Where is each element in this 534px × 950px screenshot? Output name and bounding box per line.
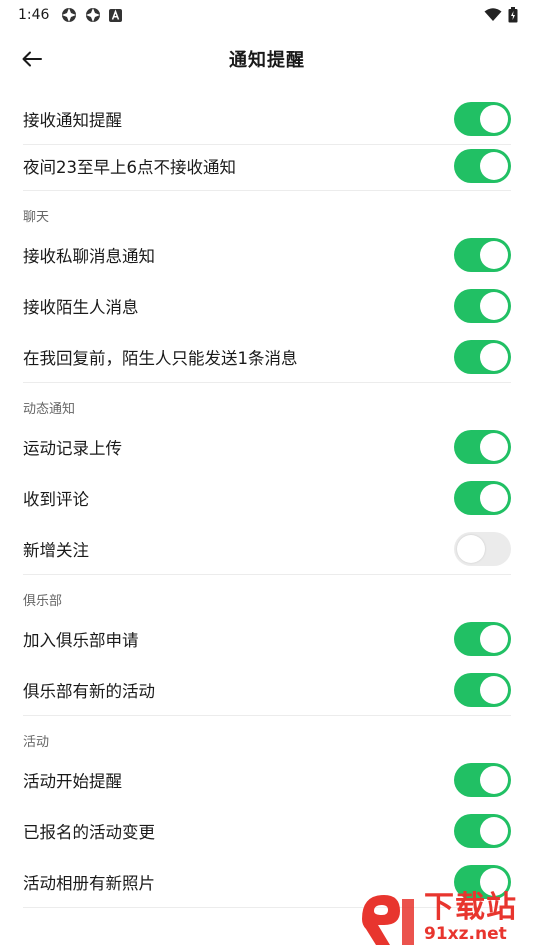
- setting-label: 接收私聊消息通知: [23, 246, 155, 266]
- setting-label: 接收陌生人消息: [23, 297, 139, 317]
- general-group: 接收通知提醒 夜间23至早上6点不接收通知: [0, 94, 534, 191]
- setting-row: 接收通知提醒: [0, 94, 534, 144]
- status-left: 1:46: [18, 7, 123, 23]
- divider: [23, 190, 511, 191]
- back-button[interactable]: [14, 41, 50, 77]
- setting-label: 收到评论: [23, 489, 89, 509]
- battery-icon: [508, 7, 518, 23]
- toggle-knob: [480, 624, 508, 653]
- divider: [23, 574, 511, 575]
- toggle-switch[interactable]: [454, 621, 511, 656]
- setting-label: 夜间23至早上6点不接收通知: [23, 157, 236, 177]
- setting-row: 夜间23至早上6点不接收通知: [23, 144, 511, 186]
- toggle-switch[interactable]: [454, 237, 511, 272]
- watermark-title: 下载站: [424, 890, 517, 925]
- settings-list: 接收通知提醒 夜间23至早上6点不接收通知 聊天 接收私聊消息通知 接收陌生人消…: [0, 94, 534, 908]
- aperture-icon: [85, 7, 101, 23]
- status-time: 1:46: [18, 7, 50, 23]
- setting-row: 接收陌生人消息: [0, 280, 534, 331]
- toggle-knob: [480, 240, 508, 269]
- toggle-knob: [480, 291, 508, 320]
- toggle-switch[interactable]: [454, 672, 511, 707]
- watermark-logo-icon: [362, 895, 414, 945]
- divider: [23, 715, 511, 716]
- section-title: 聊天: [23, 210, 50, 225]
- arrow-left-icon: [22, 51, 42, 67]
- toggle-knob: [480, 765, 508, 794]
- toggle-switch[interactable]: [454, 339, 511, 374]
- status-bar: 1:46: [0, 0, 534, 30]
- toggle-knob: [480, 675, 508, 704]
- wifi-icon: [484, 8, 502, 22]
- setting-row: 活动开始提醒: [0, 754, 534, 805]
- section-activity-feed: 动态通知 运动记录上传 收到评论 新增关注: [0, 391, 534, 575]
- toggle-switch[interactable]: [454, 762, 511, 797]
- setting-label: 加入俱乐部申请: [23, 630, 139, 650]
- setting-row: 新增关注: [0, 523, 534, 574]
- section-title: 活动: [23, 735, 50, 750]
- toggle-knob: [480, 342, 508, 371]
- page-title: 通知提醒: [229, 50, 305, 71]
- watermark-url: 91xz.net: [424, 924, 507, 944]
- status-right: [484, 7, 518, 23]
- setting-label: 俱乐部有新的活动: [23, 681, 155, 701]
- header: 通知提醒: [0, 30, 534, 88]
- section-chat: 聊天 接收私聊消息通知 接收陌生人消息 在我回复前，陌生人只能发送1条消息: [0, 199, 534, 383]
- setting-row: 已报名的活动变更: [0, 805, 534, 856]
- toggle-knob: [480, 105, 508, 133]
- toggle-knob: [480, 151, 508, 180]
- setting-label: 运动记录上传: [23, 438, 122, 458]
- setting-label: 新增关注: [23, 540, 89, 560]
- section-title: 俱乐部: [23, 594, 63, 609]
- toggle-switch[interactable]: [454, 531, 511, 566]
- toggle-switch[interactable]: [454, 148, 511, 183]
- toggle-knob: [457, 534, 485, 563]
- setting-label: 在我回复前，陌生人只能发送1条消息: [23, 348, 298, 368]
- setting-label: 活动相册有新照片: [23, 873, 155, 893]
- setting-row: 收到评论: [0, 472, 534, 523]
- aperture-icon: [61, 7, 77, 23]
- section-title: 动态通知: [23, 402, 76, 417]
- divider: [23, 382, 511, 383]
- setting-row: 接收私聊消息通知: [0, 229, 534, 280]
- setting-row: 加入俱乐部申请: [0, 613, 534, 664]
- toggle-switch[interactable]: [454, 429, 511, 464]
- section-events: 活动 活动开始提醒 已报名的活动变更 活动相册有新照片: [0, 724, 534, 908]
- toggle-switch[interactable]: [454, 288, 511, 323]
- toggle-switch[interactable]: [454, 813, 511, 848]
- toggle-switch[interactable]: [454, 102, 511, 136]
- setting-label: 已报名的活动变更: [23, 822, 155, 842]
- watermark-text: 下载站 91xz.net: [424, 893, 517, 943]
- setting-row: 俱乐部有新的活动: [0, 664, 534, 715]
- setting-label: 活动开始提醒: [23, 771, 122, 791]
- section-club: 俱乐部 加入俱乐部申请 俱乐部有新的活动: [0, 583, 534, 716]
- toggle-knob: [480, 816, 508, 845]
- a-box-icon: [109, 8, 123, 22]
- setting-row: 运动记录上传: [0, 421, 534, 472]
- setting-label: 接收通知提醒: [23, 111, 122, 130]
- watermark: 下载站 91xz.net: [356, 888, 528, 948]
- toggle-knob: [480, 432, 508, 461]
- setting-row: 在我回复前，陌生人只能发送1条消息: [0, 331, 534, 382]
- toggle-knob: [480, 483, 508, 512]
- toggle-switch[interactable]: [454, 480, 511, 515]
